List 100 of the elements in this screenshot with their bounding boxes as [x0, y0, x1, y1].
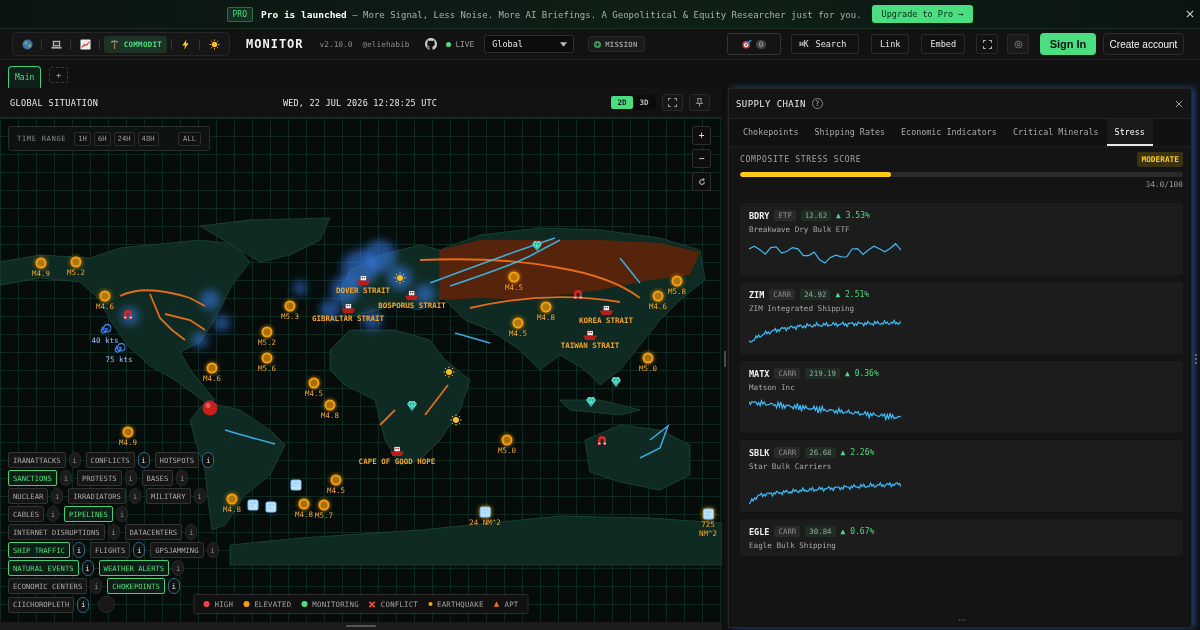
cable-route [224, 429, 276, 445]
earthquake-marker-icon [652, 290, 664, 302]
fullscreen-icon [668, 98, 677, 107]
earthquake-marker-icon [70, 256, 82, 268]
globe-icon [22, 38, 33, 50]
reset-view-button[interactable] [692, 172, 711, 191]
ship-icon [582, 330, 598, 341]
diamond-icon [406, 400, 418, 412]
zoom-in-button[interactable]: + [692, 126, 711, 145]
change-percent: ▲ 3.53% [836, 211, 870, 220]
pipeline-route [424, 384, 449, 416]
ship-density-blob [192, 332, 208, 348]
magnet-icon [572, 288, 584, 300]
earthquake-marker-icon [122, 426, 134, 438]
ship-density-blob [364, 240, 396, 272]
panel-tab[interactable]: Chokepoints [735, 119, 807, 146]
panel-tab[interactable]: Economic Indicators [893, 119, 1005, 146]
change-percent: ▲ 0.36% [845, 369, 879, 378]
sun-icon [443, 366, 455, 378]
ship-density-blob [388, 266, 412, 290]
pickaxe-icon [108, 38, 120, 50]
sun-icon [394, 272, 406, 284]
spiral-icon [112, 342, 126, 355]
diamond-icon [585, 396, 597, 408]
fullscreen-icon [982, 39, 992, 49]
earthquake-marker-icon [298, 498, 310, 510]
sun-icon [208, 38, 220, 50]
header-button[interactable]: Link [870, 34, 910, 54]
ice-cube-icon [247, 499, 259, 511]
earthquake-marker-icon [330, 474, 342, 486]
sun-icon [450, 414, 462, 426]
earthquake-marker-icon [284, 300, 296, 312]
magnet-icon [122, 308, 134, 320]
close-icon[interactable] [1186, 10, 1194, 18]
ship-density-blob [342, 250, 378, 286]
ticker-symbol: SBLK [749, 447, 770, 458]
spiral-icon [98, 323, 112, 336]
panel-tab[interactable]: Critical Minerals [1004, 119, 1107, 146]
panel-tab[interactable]: Shipping Rates [806, 119, 894, 146]
ticker-symbol: EGLE [749, 526, 770, 537]
earthquake-marker-icon [642, 352, 654, 364]
region-select[interactable]: Global [484, 35, 575, 53]
cable-route [639, 423, 670, 459]
panel-title: GLOBAL SITUATION [10, 97, 100, 108]
app-title: MONITOR [246, 37, 304, 51]
ice-cube-icon [265, 501, 277, 513]
zoom-out-button[interactable]: − [692, 149, 711, 168]
datetime-label: WED, 22 JUL 2026 12:28:25 UTC [282, 97, 438, 108]
diamond-icon [610, 376, 622, 388]
fullscreen-button[interactable] [976, 34, 998, 54]
earthquake-marker-icon [261, 352, 273, 364]
sphere-marker-icon [202, 400, 218, 416]
resize-handle-icon[interactable] [346, 625, 376, 627]
ticker-symbol: BDRY [749, 210, 770, 221]
earthquake-marker-icon [501, 434, 513, 446]
github-icon[interactable] [425, 38, 438, 50]
ship-icon [389, 446, 405, 457]
ship-density-blob [121, 307, 139, 325]
pin-button[interactable] [689, 94, 710, 111]
plus-circle-icon [594, 40, 602, 48]
change-percent: ▲ 2.51% [835, 290, 870, 299]
ice-cube-icon [290, 479, 302, 491]
ticker-symbol: ZIM [749, 289, 765, 300]
ice-cube-icon [479, 506, 491, 518]
earthquake-marker-icon [508, 271, 520, 283]
close-icon[interactable] [1175, 99, 1183, 108]
ship-density-blob [415, 284, 435, 304]
cable-route [619, 257, 641, 284]
ship-density-blob [214, 315, 230, 331]
earthquake-marker-icon [261, 326, 273, 338]
sign-in-button[interactable]: Sign In [1040, 33, 1096, 55]
ship-density-blob [331, 276, 359, 304]
ship-icon [404, 290, 420, 301]
panel-tab[interactable]: Stress [1106, 119, 1153, 146]
resize-handle-icon[interactable] [724, 351, 726, 367]
fullscreen-button[interactable] [662, 94, 683, 111]
pro-badge: PRO [226, 6, 253, 22]
caret-icon [560, 41, 568, 47]
ticker-symbol: MATX [749, 368, 770, 379]
cable-route [454, 332, 491, 344]
add-tab-button[interactable]: + [49, 67, 69, 83]
earthquake-marker-icon [308, 377, 320, 389]
ship-icon [355, 275, 371, 286]
create-account-button[interactable]: Create account [1103, 33, 1184, 55]
earthquake-marker-icon [35, 257, 47, 269]
workspace-tab[interactable]: Main [8, 66, 42, 88]
earthquake-marker-icon [99, 290, 111, 302]
diamond-icon [531, 240, 543, 252]
earthquake-marker-icon [318, 499, 330, 511]
pin-icon [695, 98, 704, 107]
magnet-icon [596, 434, 608, 446]
settings-button[interactable] [1007, 34, 1029, 54]
upgrade-button[interactable]: Upgrade to Pro → [871, 5, 974, 23]
search-button[interactable]: ⌘K Search [790, 34, 859, 54]
ship-icon [340, 303, 356, 314]
earthquake-marker-icon [324, 399, 336, 411]
header-button[interactable]: Embed [921, 34, 965, 54]
settings-icon [1013, 39, 1023, 49]
panel-title: SUPPLY CHAIN [736, 98, 806, 109]
map-canvas[interactable] [0, 118, 722, 622]
